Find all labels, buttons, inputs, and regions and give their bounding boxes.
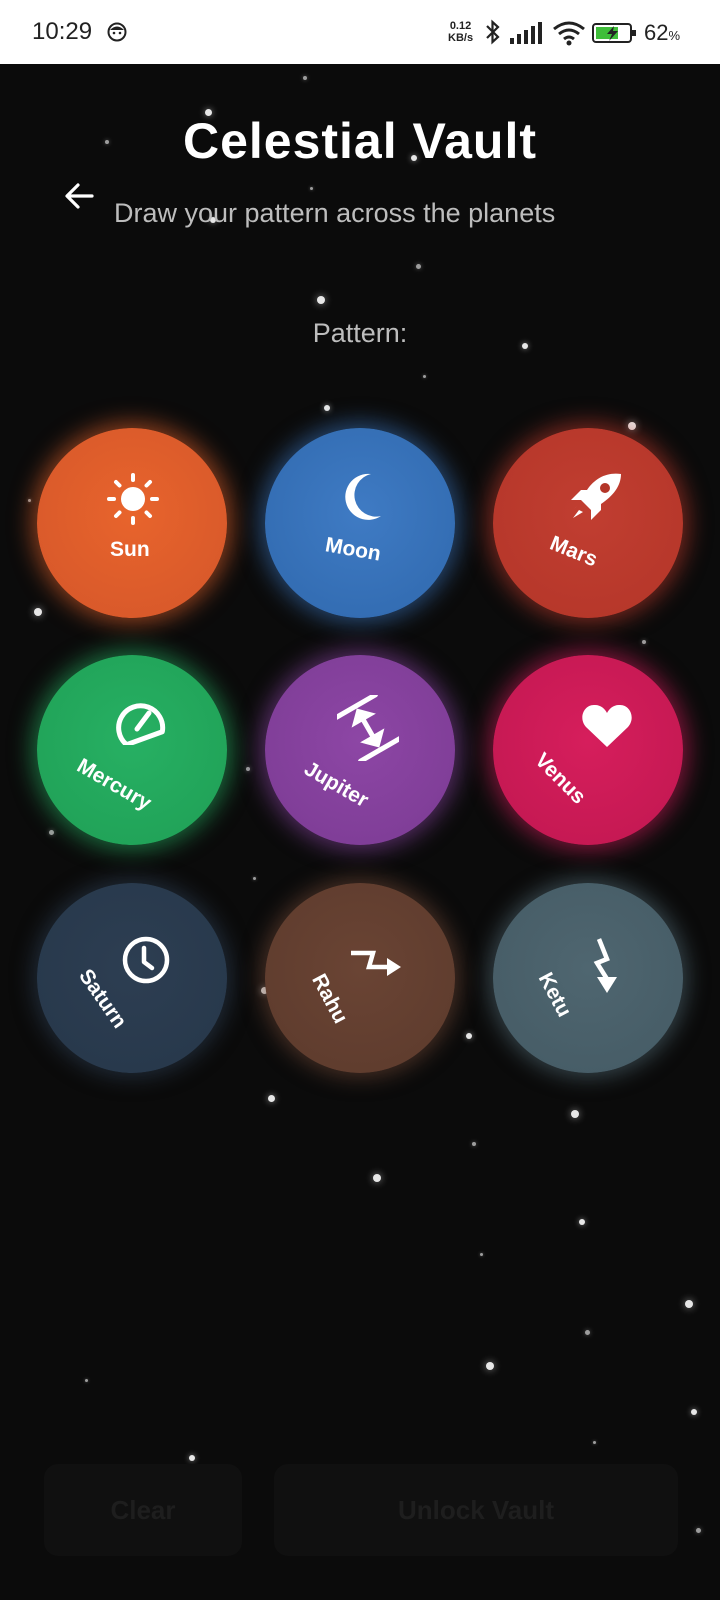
status-time: 10:29	[32, 18, 93, 45]
star	[267, 1094, 275, 1102]
star	[642, 640, 646, 644]
star	[27, 498, 31, 502]
star	[309, 186, 313, 190]
planet-moon[interactable]: Moon	[265, 428, 455, 618]
planet-rahu[interactable]: Rahu	[265, 883, 455, 1073]
network-speed: 0.12 KB/s	[448, 20, 473, 44]
network-speed-value: 0.12	[449, 20, 472, 32]
star	[324, 405, 330, 411]
planet-label: Ketu	[533, 968, 576, 1021]
network-speed-unit: KB/s	[448, 32, 474, 44]
star	[695, 1527, 701, 1533]
clear-button[interactable]: Clear	[44, 1464, 242, 1556]
planet-sun[interactable]: Sun	[37, 428, 227, 618]
star	[252, 876, 256, 880]
planet-label: Moon	[323, 533, 383, 566]
star	[415, 263, 421, 269]
page-subtitle: Draw your pattern across the planets	[114, 198, 556, 228]
star	[84, 1378, 88, 1382]
planet-saturn[interactable]: Saturn	[37, 883, 227, 1073]
planet-label: Jupiter	[300, 757, 373, 813]
battery-percent-unit: %	[668, 28, 681, 43]
battery-percent-value: 62	[644, 20, 669, 45]
planet-label: Rahu	[307, 970, 353, 1028]
status-bar: 10:29 0.12 KB/s 62%	[0, 0, 720, 64]
bluetooth-icon	[486, 19, 500, 45]
battery-percent: 62%	[644, 20, 680, 46]
clock-icon	[122, 936, 170, 984]
pattern-label: Pattern:	[312, 318, 408, 348]
star	[422, 374, 426, 378]
star	[34, 608, 42, 616]
star	[579, 1219, 585, 1225]
rocket-icon	[567, 473, 621, 520]
heart-icon	[582, 704, 632, 747]
planet-label: Venus	[530, 748, 591, 809]
zigzag-arrow-right-icon	[351, 950, 401, 976]
star	[486, 1362, 494, 1370]
star	[246, 767, 250, 771]
battery-charging-icon	[592, 23, 636, 43]
crescent-moon-icon	[345, 473, 381, 520]
arrow-left-icon[interactable]	[62, 178, 98, 214]
star	[479, 1252, 483, 1256]
expand-vertical-icon	[337, 695, 399, 761]
sun-icon	[107, 473, 159, 525]
planet-label: Mars	[546, 531, 601, 572]
star	[317, 296, 325, 304]
star	[373, 1174, 381, 1182]
planet-mercury[interactable]: Mercury	[37, 655, 227, 845]
star	[571, 1110, 579, 1118]
planet-ketu[interactable]: Ketu	[493, 883, 683, 1073]
signal-icon	[510, 22, 542, 44]
star	[592, 1440, 596, 1444]
star	[685, 1300, 693, 1308]
star	[189, 1455, 195, 1461]
star	[584, 1329, 590, 1335]
planet-label: Sun	[110, 538, 150, 561]
star	[303, 76, 307, 80]
star	[472, 1142, 476, 1146]
wifi-icon	[553, 21, 585, 46]
page-title: Celestial Vault	[182, 113, 538, 169]
zigzag-arrow-down-icon	[593, 938, 617, 993]
star	[466, 1033, 472, 1039]
unlock-vault-button[interactable]: Unlock Vault	[274, 1464, 678, 1556]
face-notification-icon	[107, 22, 127, 42]
planet-jupiter[interactable]: Jupiter	[265, 655, 455, 845]
star	[48, 829, 54, 835]
speedometer-icon	[116, 703, 166, 745]
planet-label: Mercury	[72, 754, 156, 815]
star	[628, 422, 636, 430]
planet-venus[interactable]: Venus	[493, 655, 683, 845]
star	[691, 1409, 697, 1415]
planet-mars[interactable]: Mars	[493, 428, 683, 618]
